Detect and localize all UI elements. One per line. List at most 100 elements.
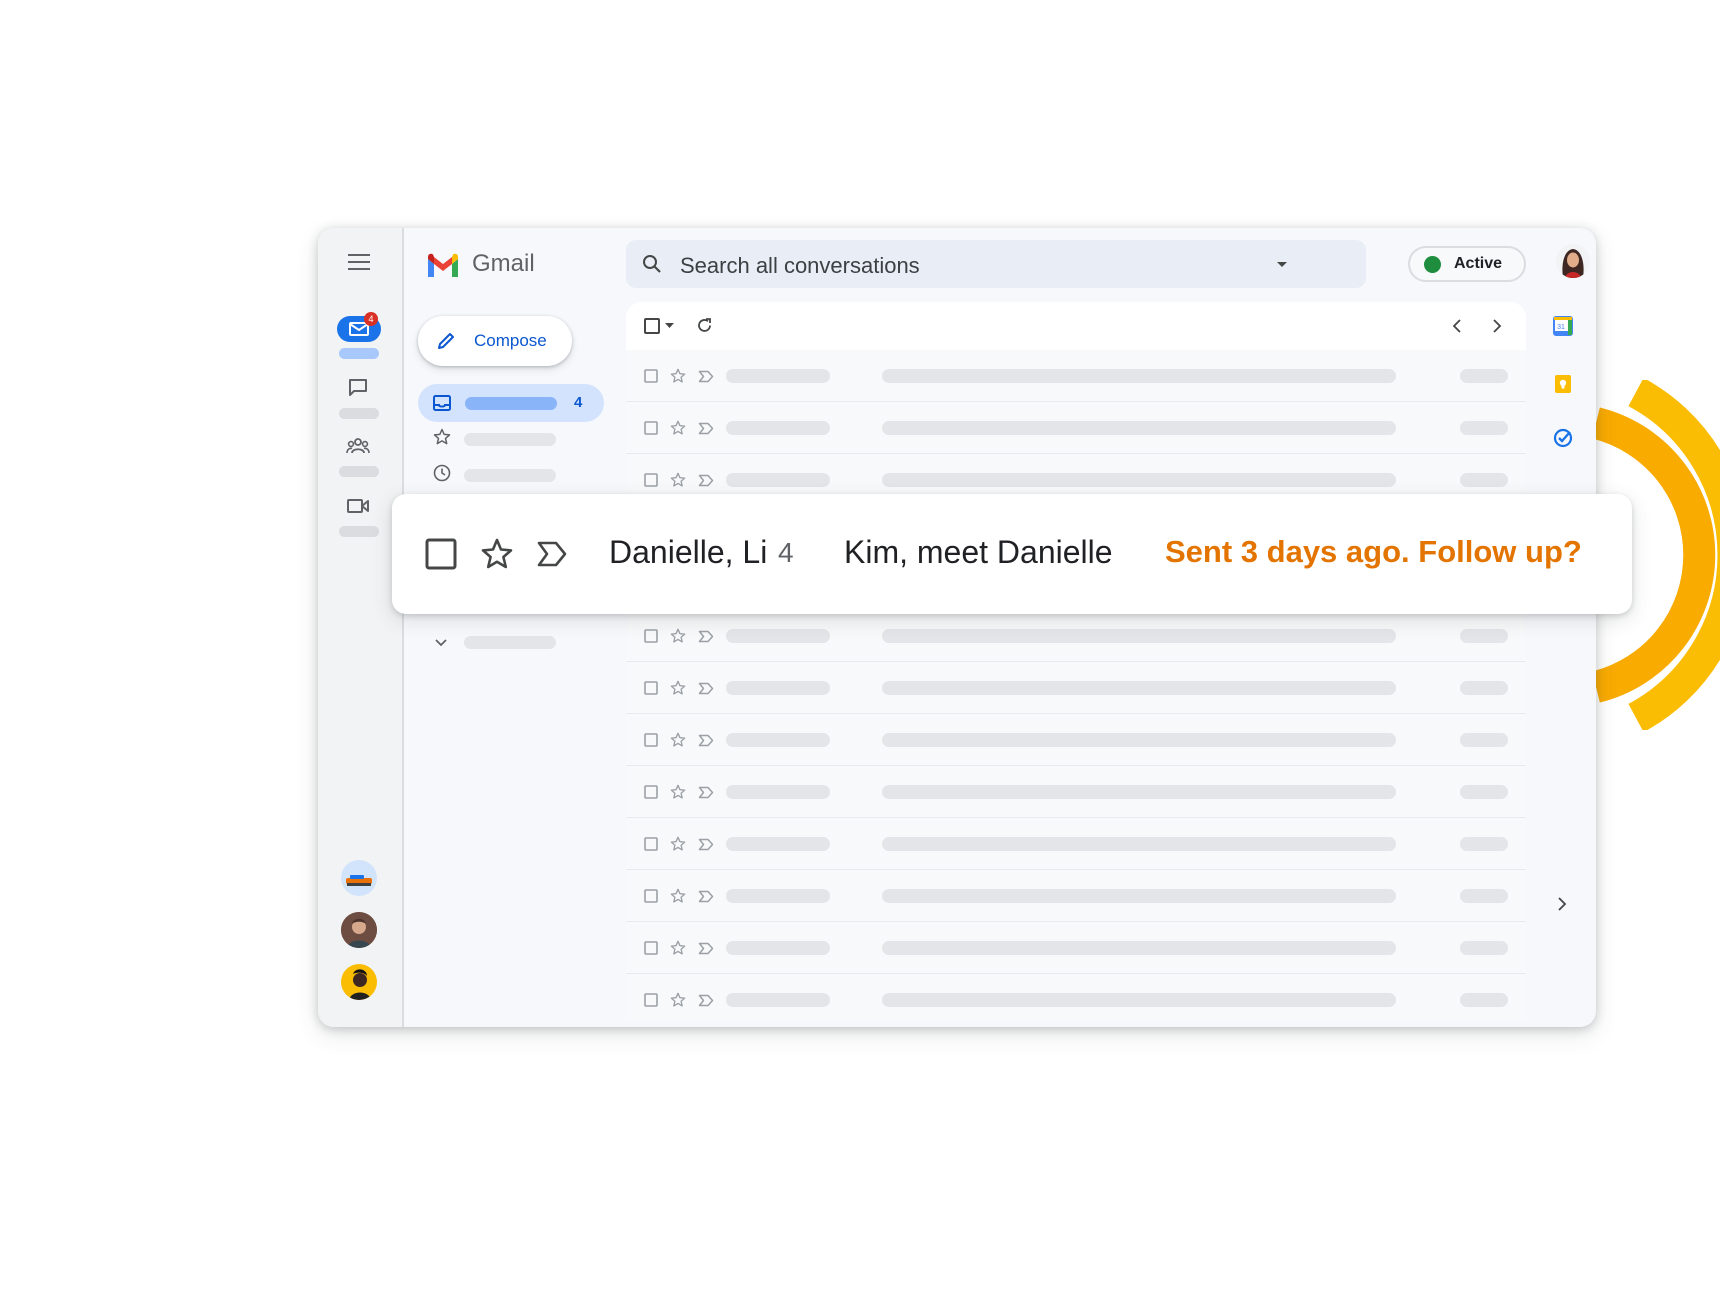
checkbox-icon[interactable] xyxy=(644,629,658,643)
chevron-down-icon[interactable] xyxy=(434,638,448,647)
chat-label-placeholder xyxy=(339,408,379,419)
table-row[interactable] xyxy=(626,714,1526,766)
select-all-checkbox-icon[interactable] xyxy=(644,318,660,334)
checkbox-icon[interactable] xyxy=(644,889,658,903)
star-icon[interactable] xyxy=(670,368,686,384)
profile-avatar[interactable] xyxy=(1556,244,1590,278)
checkbox-icon[interactable] xyxy=(644,941,658,955)
table-row[interactable] xyxy=(626,662,1526,714)
gmail-logo-icon xyxy=(428,253,458,277)
table-row[interactable] xyxy=(626,974,1526,1020)
label-icon[interactable] xyxy=(698,370,714,383)
sender-placeholder xyxy=(726,681,830,695)
menu-icon[interactable] xyxy=(348,253,370,271)
checkbox-icon[interactable] xyxy=(644,785,658,799)
table-row[interactable] xyxy=(626,350,1526,402)
star-icon[interactable] xyxy=(670,940,686,956)
label-icon[interactable] xyxy=(698,682,714,695)
label-icon[interactable] xyxy=(698,890,714,903)
star-icon[interactable] xyxy=(670,628,686,644)
table-row[interactable] xyxy=(626,402,1526,454)
spaces-icon[interactable] xyxy=(346,438,370,454)
subject-placeholder xyxy=(882,421,1396,435)
app-rail: 4 xyxy=(318,228,404,1027)
checkbox-icon[interactable] xyxy=(644,681,658,695)
sender-placeholder xyxy=(726,837,830,851)
subject-placeholder xyxy=(882,889,1396,903)
star-icon[interactable] xyxy=(670,680,686,696)
calendar-icon[interactable]: 31 xyxy=(1553,316,1573,336)
table-row[interactable] xyxy=(626,766,1526,818)
tasks-icon[interactable] xyxy=(1553,428,1573,448)
sender-placeholder xyxy=(726,993,830,1007)
search-options-caret-icon[interactable] xyxy=(1276,261,1288,268)
label-icon[interactable] xyxy=(698,942,714,955)
subject-placeholder xyxy=(882,733,1396,747)
compose-label: Compose xyxy=(474,331,547,350)
clock-icon[interactable] xyxy=(433,464,451,482)
star-icon[interactable] xyxy=(670,836,686,852)
contact-avatar-3[interactable] xyxy=(341,964,377,1000)
checkbox-icon[interactable] xyxy=(644,369,658,383)
expand-panel-chevron-icon[interactable] xyxy=(1557,897,1567,911)
checkbox-icon[interactable] xyxy=(644,421,658,435)
label-icon[interactable] xyxy=(698,422,714,435)
label-icon[interactable] xyxy=(698,994,714,1007)
date-placeholder xyxy=(1460,785,1508,799)
chat-icon[interactable] xyxy=(348,378,368,396)
table-row[interactable] xyxy=(626,818,1526,870)
subject-placeholder xyxy=(882,629,1396,643)
snoozed-label-placeholder xyxy=(464,469,556,482)
label-icon[interactable] xyxy=(698,734,714,747)
status-dot xyxy=(1424,256,1441,273)
status-chip[interactable]: Active xyxy=(1408,246,1526,282)
star-icon[interactable] xyxy=(670,784,686,800)
star-icon[interactable] xyxy=(670,420,686,436)
chevron-right-icon[interactable] xyxy=(1492,319,1502,333)
checkbox-icon[interactable] xyxy=(425,538,457,570)
star-icon[interactable] xyxy=(670,472,686,488)
compose-button[interactable]: Compose xyxy=(418,316,572,366)
refresh-icon[interactable] xyxy=(696,317,713,334)
star-icon[interactable] xyxy=(480,537,514,571)
label-icon[interactable] xyxy=(698,630,714,643)
chevron-left-icon[interactable] xyxy=(1452,319,1462,333)
svg-text:31: 31 xyxy=(1557,324,1565,331)
contact-avatar-1[interactable] xyxy=(341,860,377,896)
search-bar[interactable]: Search all conversations xyxy=(626,240,1366,288)
star-icon[interactable] xyxy=(670,888,686,904)
highlighted-conversation[interactable]: Danielle, Li 4 Kim, meet Danielle Sent 3… xyxy=(392,494,1632,614)
date-placeholder xyxy=(1460,681,1508,695)
table-row[interactable] xyxy=(626,922,1526,974)
star-icon[interactable] xyxy=(433,428,451,446)
mail-label-placeholder xyxy=(339,348,379,359)
select-caret-icon[interactable] xyxy=(665,323,674,328)
checkbox-icon[interactable] xyxy=(644,733,658,747)
table-row[interactable] xyxy=(626,870,1526,922)
checkbox-icon[interactable] xyxy=(644,837,658,851)
subject-placeholder xyxy=(882,473,1396,487)
label-icon[interactable] xyxy=(698,838,714,851)
meet-icon[interactable] xyxy=(347,498,369,514)
app-name: Gmail xyxy=(472,250,535,277)
search-placeholder[interactable]: Search all conversations xyxy=(680,253,920,279)
star-icon[interactable] xyxy=(670,732,686,748)
contact-avatar-2[interactable] xyxy=(341,912,377,948)
label-icon[interactable] xyxy=(698,474,714,487)
label-icon[interactable] xyxy=(536,540,568,568)
checkbox-icon[interactable] xyxy=(644,993,658,1007)
label-icon[interactable] xyxy=(698,786,714,799)
sender-placeholder xyxy=(726,421,830,435)
checkbox-icon[interactable] xyxy=(644,473,658,487)
keep-icon[interactable] xyxy=(1554,374,1572,394)
search-icon[interactable] xyxy=(642,254,662,274)
subject-placeholder xyxy=(882,681,1396,695)
more-label-placeholder xyxy=(464,636,556,649)
table-row[interactable] xyxy=(626,610,1526,662)
mail-badge: 4 xyxy=(364,312,378,326)
status-label: Active xyxy=(1454,255,1503,272)
star-icon[interactable] xyxy=(670,992,686,1008)
nav-item-inbox[interactable]: 4 xyxy=(418,384,604,422)
pencil-icon xyxy=(438,333,454,349)
subject-placeholder xyxy=(882,993,1396,1007)
